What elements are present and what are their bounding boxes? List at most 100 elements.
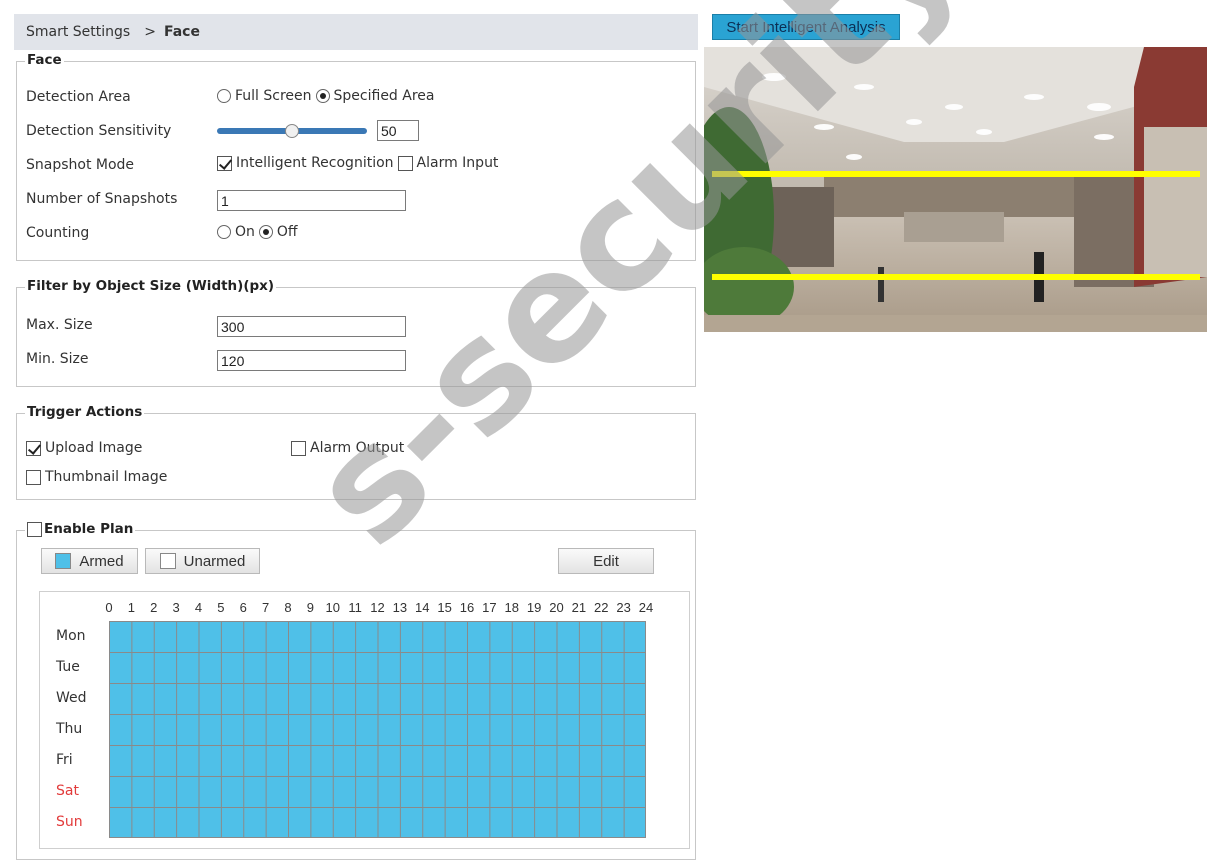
hour-label: 1 [127,600,135,615]
breadcrumb-parent[interactable]: Smart Settings [26,24,130,40]
counting-label: Counting [26,225,90,241]
start-intelligent-analysis-button[interactable]: Start Intelligent Analysis [712,14,900,40]
hour-label: 16 [459,600,475,615]
day-label-fri: Fri [56,752,73,768]
thumbnail-image-label[interactable]: Thumbnail Image [45,469,167,485]
upload-image-option: Upload Image [26,436,142,460]
edit-label: Edit [593,552,619,570]
full-screen-label[interactable]: Full Screen [235,88,312,104]
hour-label: 22 [594,600,609,615]
alarm-input-label[interactable]: Alarm Input [417,155,499,171]
armed-swatch [55,553,72,569]
plan-legend: Enable Plan [25,521,136,537]
max-size-control: 300 [217,316,406,337]
breadcrumb-current: Face [163,24,200,40]
hour-label: 19 [526,600,542,615]
unarmed-button[interactable]: Unarmed [145,548,260,574]
intelligent-recognition-checkbox[interactable] [217,155,232,171]
thumbnail-image-checkbox[interactable] [26,469,41,485]
snapshot-mode-control: Intelligent Recognition Alarm Input [217,155,498,171]
breadcrumb-separator: > [144,24,156,40]
specified-area-label[interactable]: Specified Area [334,88,435,104]
hour-label: 15 [437,600,452,615]
enable-plan-group: Enable Plan Armed Unarmed Edit 012345678… [16,521,696,860]
counting-on-label[interactable]: On [235,224,255,240]
hour-label: 0 [105,600,113,615]
hour-label: 4 [194,600,203,615]
snapshots-control: 1 [217,190,406,211]
day-label-sat: Sat [56,783,79,799]
upload-image-checkbox[interactable] [26,440,41,456]
full-screen-radio[interactable] [217,89,231,103]
min-size-input[interactable]: 120 [217,350,406,371]
alarm-input-checkbox[interactable] [397,155,413,171]
armed-label: Armed [79,552,124,570]
hour-label: 7 [262,600,270,615]
sensitivity-label: Detection Sensitivity [26,123,172,139]
breadcrumb: Smart Settings > Face [14,14,698,50]
hour-label: 10 [325,600,340,615]
hour-label: 12 [370,600,385,615]
hour-label: 17 [482,600,497,615]
snapshots-label: Number of Snapshots [26,191,178,207]
filter-legend: Filter by Object Size (Width)(px) [25,278,277,294]
mall-scene-image [704,47,1207,332]
max-size-label: Max. Size [26,317,93,333]
face-legend: Face [25,52,64,68]
schedule-table: 0 1 2 3 4 5 6 7 8 9 10 11 12 13 14 15 16 17 18 19 20 21 22 23 24… [39,591,690,849]
hour-label: 21 [571,600,587,615]
enable-plan-label[interactable]: Enable Plan [44,521,133,537]
snapshots-input[interactable]: 1 [217,190,406,211]
camera-preview[interactable] [704,47,1207,332]
slider-thumb[interactable] [285,123,299,138]
hour-label: 20 [549,600,564,615]
day-label-mon: Mon [56,628,86,644]
hour-label: 24 [638,600,654,615]
min-size-label: Min. Size [26,351,89,367]
hour-label: 9 [306,600,314,615]
sensitivity-slider[interactable] [217,121,367,141]
day-label-thu: Thu [56,721,83,737]
day-label-wed: Wed [56,690,87,706]
alarm-output-checkbox[interactable] [291,440,306,456]
snapshot-mode-label: Snapshot Mode [26,157,135,173]
settings-panel: Smart Settings > Face Face Detection Are… [14,14,698,860]
hour-label: 6 [239,600,247,615]
hour-label: 11 [348,600,362,615]
min-size-control: 120 [217,350,406,371]
hour-label: 23 [616,600,631,615]
intelligent-recognition-label[interactable]: Intelligent Recognition [236,155,394,171]
hour-label: 3 [172,600,180,615]
enable-plan-checkbox[interactable] [27,521,42,537]
thumbnail-image-option: Thumbnail Image [26,465,167,489]
alarm-output-label[interactable]: Alarm Output [310,440,404,456]
unarmed-label: Unarmed [183,552,246,570]
alarm-output-option: Alarm Output [291,436,404,460]
hour-label: 2 [150,600,158,615]
detection-area-label: Detection Area [26,89,131,105]
trigger-legend: Trigger Actions [25,404,145,420]
hour-label: 8 [284,600,292,615]
detection-area-control: Full Screen Specified Area [217,88,435,104]
trigger-actions-group: Trigger Actions Upload Image Alarm Outpu… [16,404,696,500]
unarmed-swatch [159,553,176,569]
edit-button[interactable]: Edit [558,548,654,574]
filter-group: Filter by Object Size (Width)(px) Max. S… [16,278,696,387]
sensitivity-control: 50 [217,120,419,141]
day-label-sun: Sun [56,814,83,830]
counting-off-label[interactable]: Off [277,224,298,240]
hour-label: 14 [415,600,430,615]
hour-label: 5 [217,600,225,615]
counting-on-radio[interactable] [217,225,231,239]
schedule-grid[interactable] [109,621,646,838]
hour-label: 13 [392,600,408,615]
counting-off-radio[interactable] [258,225,273,239]
sensitivity-value-input[interactable]: 50 [377,120,419,141]
armed-button[interactable]: Armed [41,548,138,574]
max-size-input[interactable]: 300 [217,316,406,337]
hour-label: 18 [504,600,519,615]
day-label-tue: Tue [56,659,80,675]
upload-image-label[interactable]: Upload Image [45,440,142,456]
counting-control: On Off [217,224,298,240]
specified-area-radio[interactable] [315,89,330,103]
